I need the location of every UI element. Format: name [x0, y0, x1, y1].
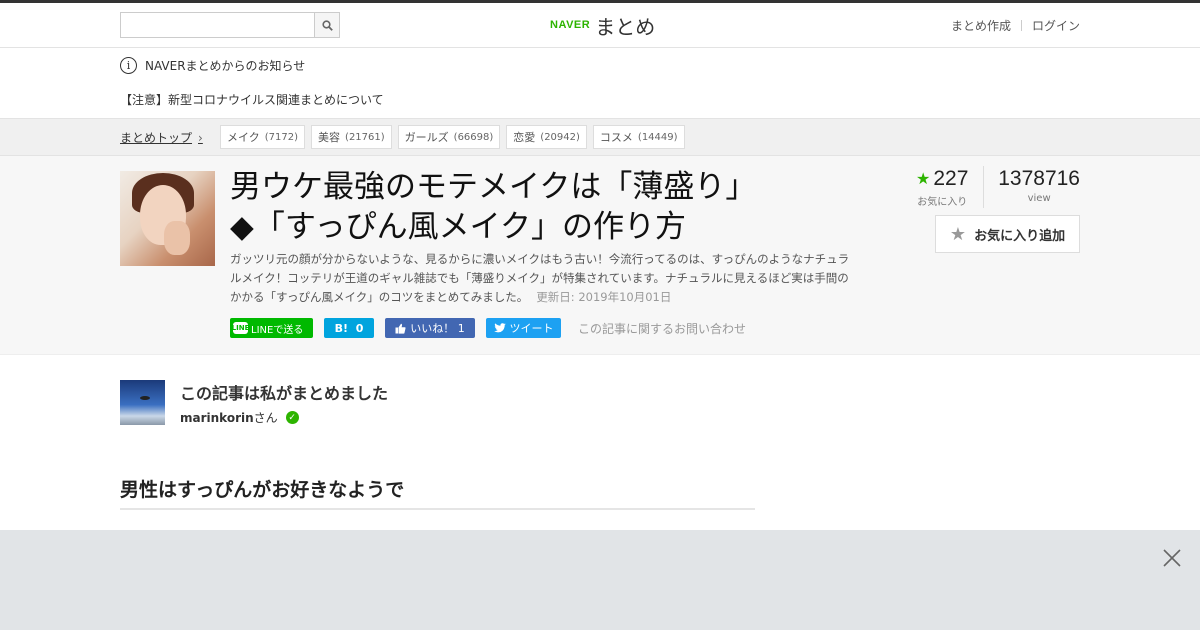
category-name: ガールズ [404, 131, 449, 144]
article-title: 男ウケ最強のモテメイクは「薄盛り」 ◆「すっぴん風メイク」の作り方 [230, 167, 870, 247]
facebook-like-count: 1 [457, 321, 465, 335]
search-box [120, 12, 340, 38]
category-tag[interactable]: ガールズ (66698) [397, 125, 501, 149]
thumbs-up-icon [395, 323, 406, 334]
author-name: marinkorin さん ✓ [180, 409, 299, 426]
author-heading: この記事は私がまとめました [180, 384, 389, 403]
logo-brand: NAVER [550, 19, 591, 31]
twitter-bird-icon [493, 323, 506, 333]
login-link[interactable]: ログイン [1032, 17, 1080, 34]
favorites-stat: ★ 227 お気に入り [913, 166, 983, 208]
tweet-label: ツイート [509, 322, 554, 335]
category-name: 恋愛 [513, 131, 536, 144]
category-tag[interactable]: 美容 (21761) [311, 125, 392, 149]
tweet-button[interactable]: ツイート [486, 318, 561, 338]
hatena-bookmark-button[interactable]: B! 0 [324, 318, 374, 338]
notice-title-text: NAVERまとめからのお知らせ [145, 59, 306, 73]
category-tag[interactable]: コスメ (14449) [592, 125, 685, 149]
hatena-icon: B! [334, 321, 349, 335]
add-favorite-button[interactable]: ★ お気に入り追加 [935, 215, 1080, 253]
site-logo[interactable]: NAVER まとめ [550, 12, 656, 39]
breadcrumb-top[interactable]: まとめトップ › [120, 129, 203, 146]
verified-check-icon: ✓ [285, 411, 299, 424]
author-avatar[interactable] [120, 380, 165, 425]
ad-banner [0, 530, 1200, 630]
create-matome-link[interactable]: まとめ作成 [951, 17, 1011, 34]
category-bar: まとめトップ › メイク (7172) 美容 (21761) ガールズ (66698)… [0, 118, 1200, 156]
category-name: メイク [227, 131, 260, 144]
article-header: 男ウケ最強のモテメイクは「薄盛り」 ◆「すっぴん風メイク」の作り方 ガッツリ元の… [0, 156, 1200, 355]
favorites-count: 227 [933, 167, 969, 190]
close-icon[interactable] [1162, 548, 1182, 568]
hatena-count: 0 [355, 321, 364, 335]
search-input[interactable] [121, 13, 315, 37]
favorites-label: お気に入り [917, 197, 968, 208]
notice-link[interactable]: 【注意】新型コロナウイルス関連まとめについて [120, 91, 384, 108]
notice-title: i NAVERまとめからのお知らせ [120, 57, 305, 74]
category-count: (20942) [540, 131, 580, 143]
search-icon [321, 19, 333, 31]
author-username[interactable]: marinkorin [180, 411, 254, 425]
category-tag[interactable]: メイク (7172) [220, 125, 306, 149]
views-stat: 1378716 view [983, 166, 1080, 208]
chevron-right-icon: › [198, 130, 203, 145]
facebook-like-label: いいね！ [410, 322, 455, 335]
category-name: コスメ [599, 131, 633, 144]
star-icon: ★ [916, 171, 931, 188]
site-header: NAVER まとめ まとめ作成 ログイン [0, 3, 1200, 48]
category-tag[interactable]: 恋愛 (20942) [506, 125, 587, 149]
category-tags: メイク (7172) 美容 (21761) ガールズ (66698) 恋愛 (20942… [220, 125, 691, 149]
views-label: view [1027, 193, 1051, 204]
info-icon: i [120, 57, 137, 74]
category-name: 美容 [318, 131, 341, 144]
line-share-button[interactable]: LINE LINEで送る [230, 318, 313, 338]
category-count: (14449) [637, 131, 678, 143]
line-icon: LINE [231, 322, 250, 334]
section-heading: 男性はすっぴんがお好きなようで [120, 475, 755, 510]
search-button[interactable] [314, 13, 339, 37]
article-description: ガッツリ元の顔が分からないような、見るからに濃いメイクはもう古い！今流行ってるの… [230, 250, 850, 307]
add-favorite-label: お気に入り追加 [974, 228, 1066, 244]
category-count: (21761) [345, 131, 385, 143]
line-share-label: LINEで送る [251, 324, 304, 336]
article-stats: ★ 227 お気に入り 1378716 view [913, 166, 1080, 208]
category-count: (66698) [453, 131, 494, 143]
facebook-like-button[interactable]: いいね！ 1 [385, 318, 475, 338]
article-title-line1: 男ウケ最強のモテメイクは「薄盛り」 [230, 169, 757, 205]
header-nav: まとめ作成 ログイン [951, 17, 1080, 34]
logo-text: まとめ [595, 14, 656, 39]
article-title-line2: ◆「すっぴん風メイク」の作り方 [230, 209, 686, 245]
breadcrumb-top-label: まとめトップ [120, 131, 193, 145]
author-suffix: さん [253, 411, 278, 425]
divider [1020, 20, 1022, 31]
article-thumbnail [120, 171, 215, 266]
updated-date: 更新日: 2019年10月01日 [536, 290, 672, 304]
star-outline-icon: ★ [949, 223, 967, 245]
contact-link[interactable]: この記事に関するお問い合わせ [578, 320, 746, 337]
share-buttons: LINE LINEで送る B! 0 いいね！ 1 ツイート この記事に関するお問… [230, 318, 746, 338]
category-count: (7172) [264, 131, 299, 143]
views-count: 1378716 [998, 167, 1080, 190]
